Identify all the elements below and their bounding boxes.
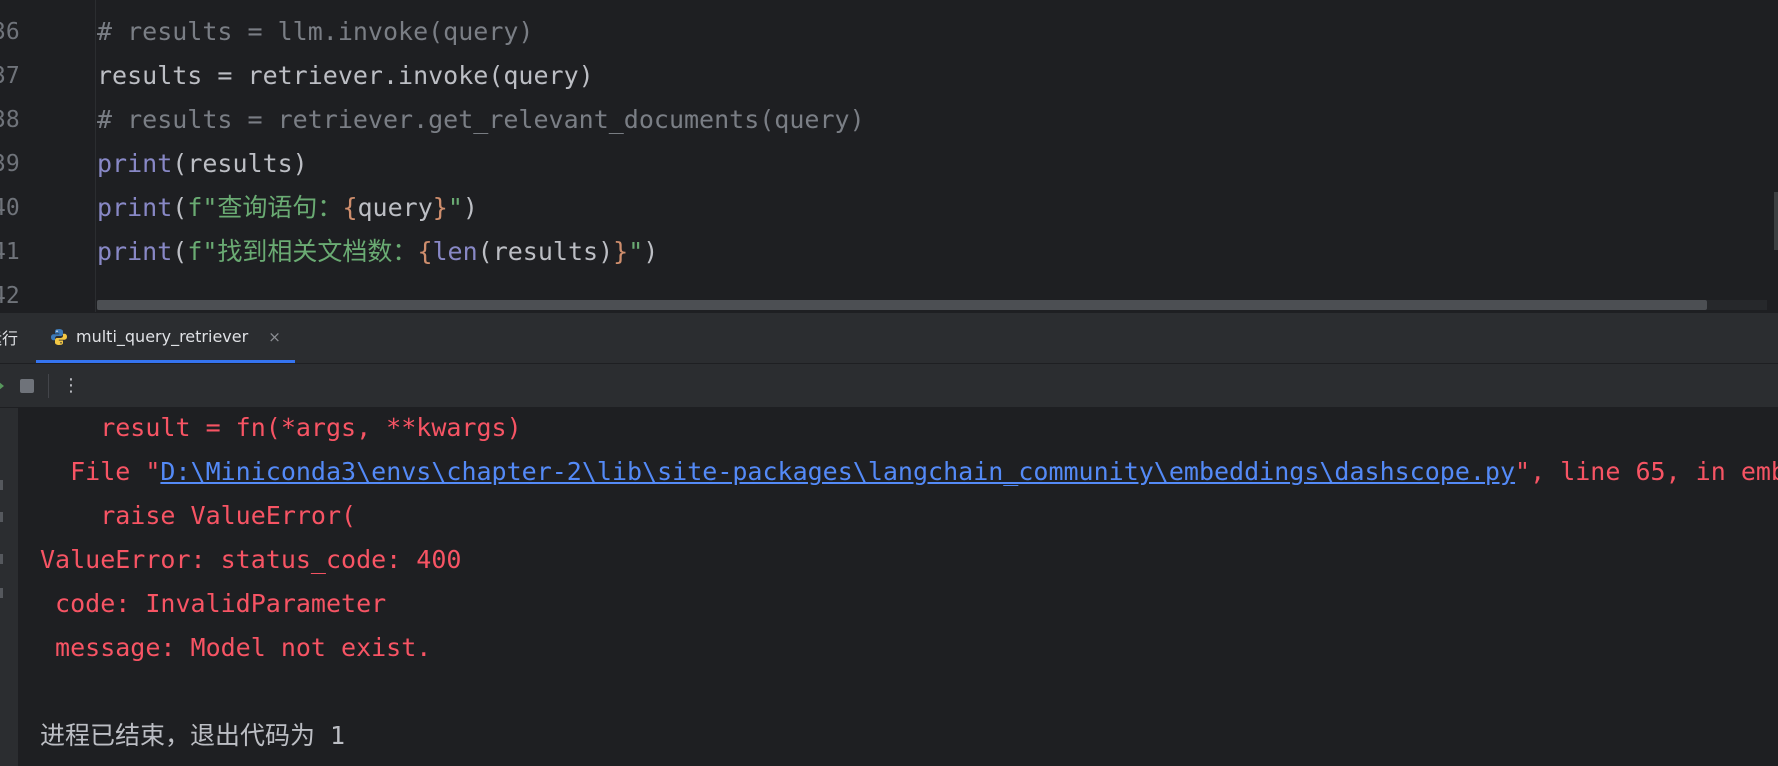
- line-number-text: 41: [0, 239, 20, 265]
- code-token: query: [357, 193, 433, 222]
- code-token: ": [628, 237, 644, 266]
- console-text: message: Model not exist.: [40, 633, 432, 662]
- code-token: print: [97, 193, 173, 222]
- code-line[interactable]: print(f"查询语句：{query}"): [97, 186, 478, 230]
- console-gutter: [0, 408, 18, 766]
- console-line: result = fn(*args, **kwargs): [40, 408, 522, 450]
- run-toolbar: ⋮: [0, 364, 1778, 408]
- code-token: {: [342, 193, 358, 222]
- code-token: }: [432, 193, 448, 222]
- code-token: results = retriever.invoke(query): [97, 61, 594, 90]
- vertical-scrollbar-marker[interactable]: [1774, 192, 1778, 250]
- line-number: 39: [0, 142, 40, 186]
- code-line[interactable]: # results = llm.invoke(query): [97, 10, 534, 54]
- code-token: (: [172, 193, 188, 222]
- gutter-fold-marker: [0, 554, 3, 564]
- code-token: print: [97, 149, 173, 178]
- code-token: ): [462, 193, 478, 222]
- line-number-gutter: 36 37 38 39 40 41 42: [0, 0, 92, 312]
- console-line: message: Model not exist.: [40, 626, 431, 670]
- code-token: f"查询语句：: [187, 193, 343, 222]
- console-text: ", line 65, in embed_with_retry: [1515, 457, 1778, 486]
- run-tool-window-title: 运行: [0, 329, 19, 348]
- ide-window: 36 37 38 39 40 41 42 # results = llm.invoke(qu…: [0, 0, 1778, 766]
- line-number-text: 37: [0, 63, 20, 89]
- console-text: result = fn(*args, **kwargs): [40, 413, 522, 442]
- code-line[interactable]: results = retriever.invoke(query): [97, 54, 594, 98]
- code-token: }: [613, 237, 629, 266]
- close-icon[interactable]: ×: [268, 328, 281, 346]
- code-token: ): [643, 237, 659, 266]
- toolbar-divider: [48, 374, 49, 398]
- gutter-fold-marker: [0, 588, 3, 598]
- line-number: 36: [0, 10, 40, 54]
- code-token: # results = retriever.get_relevant_docum…: [97, 105, 865, 134]
- code-token: print: [97, 237, 173, 266]
- code-line[interactable]: # results = retriever.get_relevant_docum…: [97, 98, 865, 142]
- console-line: code: InvalidParameter: [40, 582, 386, 626]
- console-text: File ": [40, 457, 161, 486]
- more-vertical-icon[interactable]: ⋮: [62, 372, 80, 400]
- rerun-icon[interactable]: [0, 376, 6, 396]
- line-number-text: 36: [0, 19, 20, 45]
- console-text: 进程已结束，退出代码为 1: [40, 721, 346, 750]
- python-icon: [51, 328, 67, 345]
- console-line: 进程已结束，退出代码为 1: [40, 714, 345, 758]
- console-line: File "D:\Miniconda3\envs\chapter-2\lib\s…: [40, 450, 1778, 494]
- code-token: len: [432, 237, 478, 266]
- code-token: (: [172, 237, 188, 266]
- console-line: raise ValueError(: [40, 494, 356, 538]
- stop-icon[interactable]: [20, 379, 34, 393]
- tab-multi-query-retriever[interactable]: multi_query_retriever ×: [36, 313, 295, 363]
- code-line[interactable]: print(results): [97, 142, 308, 186]
- horizontal-scrollbar-thumb[interactable]: [97, 300, 1707, 310]
- code-token: {: [417, 237, 433, 266]
- line-number-text: 42: [0, 283, 20, 309]
- code-token: (results): [172, 149, 308, 178]
- code-line[interactable]: print(f"找到相关文档数：{len(results)}"): [97, 230, 658, 274]
- run-tool-window-header: 运行 multi_query_retriever ×: [0, 312, 1778, 364]
- console-line: ValueError: status_code: 400: [40, 538, 461, 582]
- code-editor[interactable]: 36 37 38 39 40 41 42 # results = llm.invoke(qu…: [0, 0, 1778, 312]
- run-console-output[interactable]: result = fn(*args, **kwargs) File "D:\Mi…: [0, 408, 1778, 766]
- gutter-fold-marker: [0, 480, 3, 490]
- line-number-text: 38: [0, 107, 20, 133]
- line-number-text: 39: [0, 151, 20, 177]
- gutter-divider: [95, 0, 96, 312]
- line-number: 38: [0, 98, 40, 142]
- line-number-text: 40: [0, 195, 20, 221]
- code-token: # results = llm.invoke(query): [97, 17, 534, 46]
- file-path-link[interactable]: D:\Miniconda3\envs\chapter-2\lib\site-pa…: [160, 457, 1515, 486]
- code-token: ": [447, 193, 463, 222]
- console-text: raise ValueError(: [40, 501, 357, 530]
- line-number: 37: [0, 54, 40, 98]
- line-number: 42: [0, 274, 40, 312]
- code-token: (results): [477, 237, 614, 266]
- line-number: 41: [0, 230, 40, 274]
- gutter-fold-marker: [0, 512, 3, 522]
- console-text: code: InvalidParameter: [40, 589, 387, 618]
- tab-label: multi_query_retriever: [76, 327, 249, 346]
- code-token: f"找到相关文档数：: [187, 237, 418, 266]
- line-number: 40: [0, 186, 40, 230]
- console-text: ValueError: status_code: 400: [40, 545, 462, 574]
